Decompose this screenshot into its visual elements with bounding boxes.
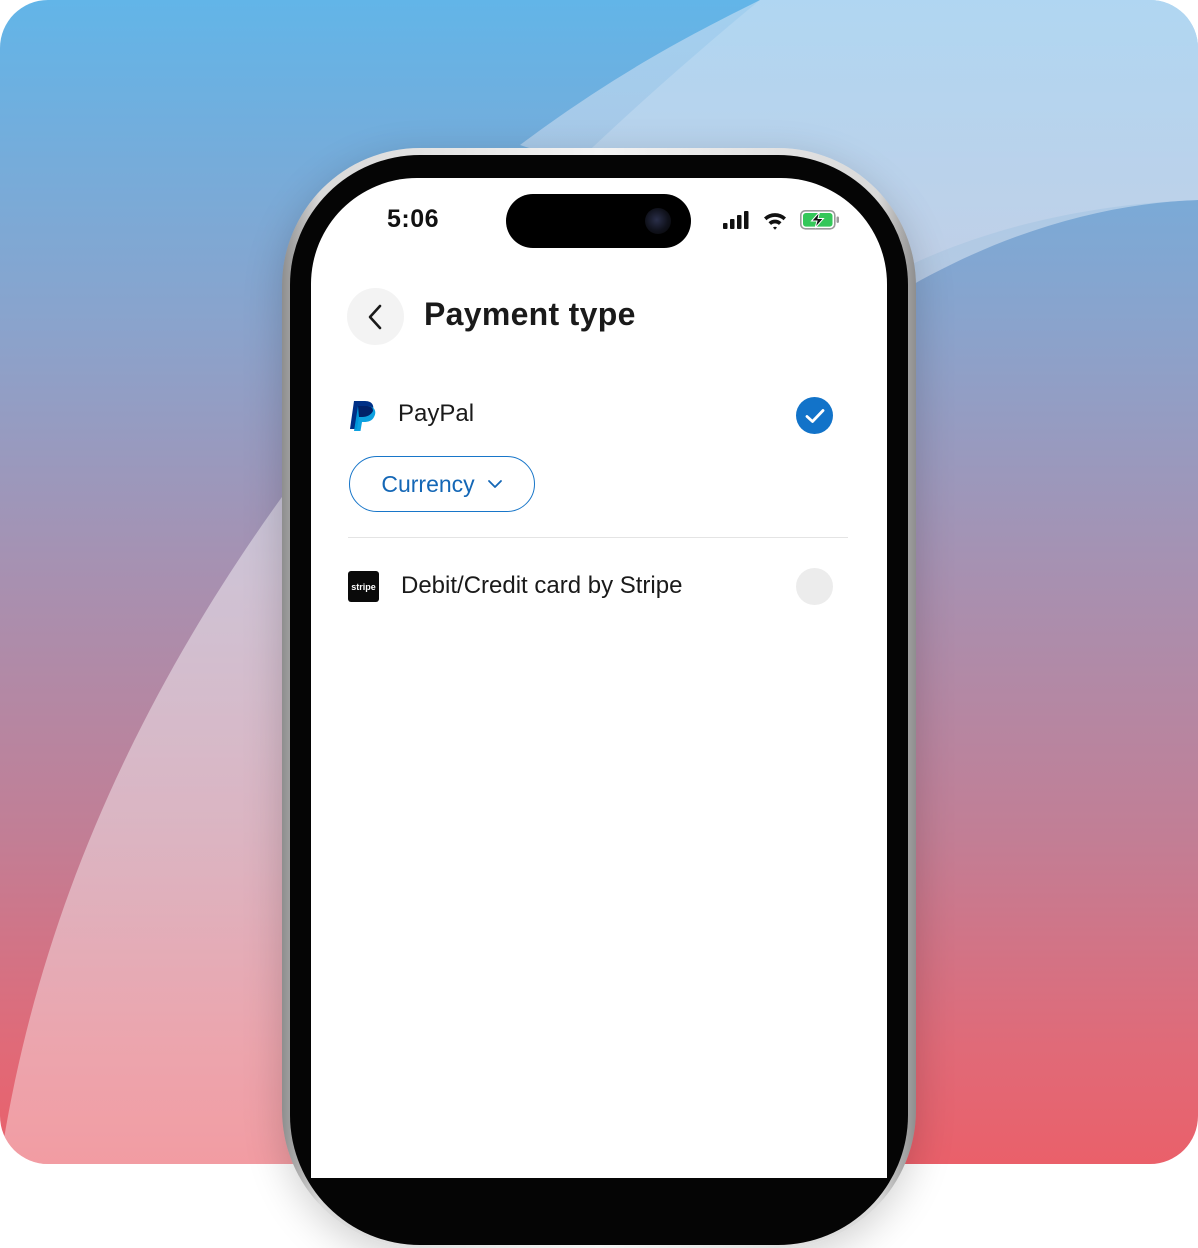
dynamic-island [506, 194, 691, 248]
stripe-logo-icon: stripe [348, 571, 379, 602]
payment-option-stripe[interactable]: stripe Debit/Credit card by Stripe [347, 568, 833, 605]
status-time: 5:06 [387, 205, 440, 233]
radio-unselected[interactable] [796, 568, 833, 605]
chevron-left-icon [368, 304, 381, 329]
chevron-down-icon [487, 480, 502, 488]
currency-label: Currency [381, 470, 475, 497]
radio-selected[interactable] [796, 397, 833, 434]
payment-option-label: PayPal [398, 400, 475, 427]
page-title: Payment type [424, 296, 636, 332]
divider [348, 537, 848, 538]
currency-dropdown-button[interactable]: Currency [349, 456, 535, 512]
back-button[interactable] [347, 288, 404, 345]
payment-option-paypal[interactable]: PayPal [347, 396, 833, 436]
checkmark-icon [805, 408, 824, 423]
camera-icon [645, 208, 671, 234]
status-icons [723, 210, 839, 230]
signal-icon [723, 211, 749, 229]
paypal-logo-icon [350, 401, 376, 431]
wifi-icon [764, 213, 786, 230]
payment-option-label: Debit/Credit card by Stripe [401, 572, 683, 599]
battery-icon [800, 210, 839, 230]
phone-screen: 5:06 Payment type PayPal Currency stripe… [311, 178, 887, 1178]
stripe-logo-text: stripe [351, 581, 376, 592]
